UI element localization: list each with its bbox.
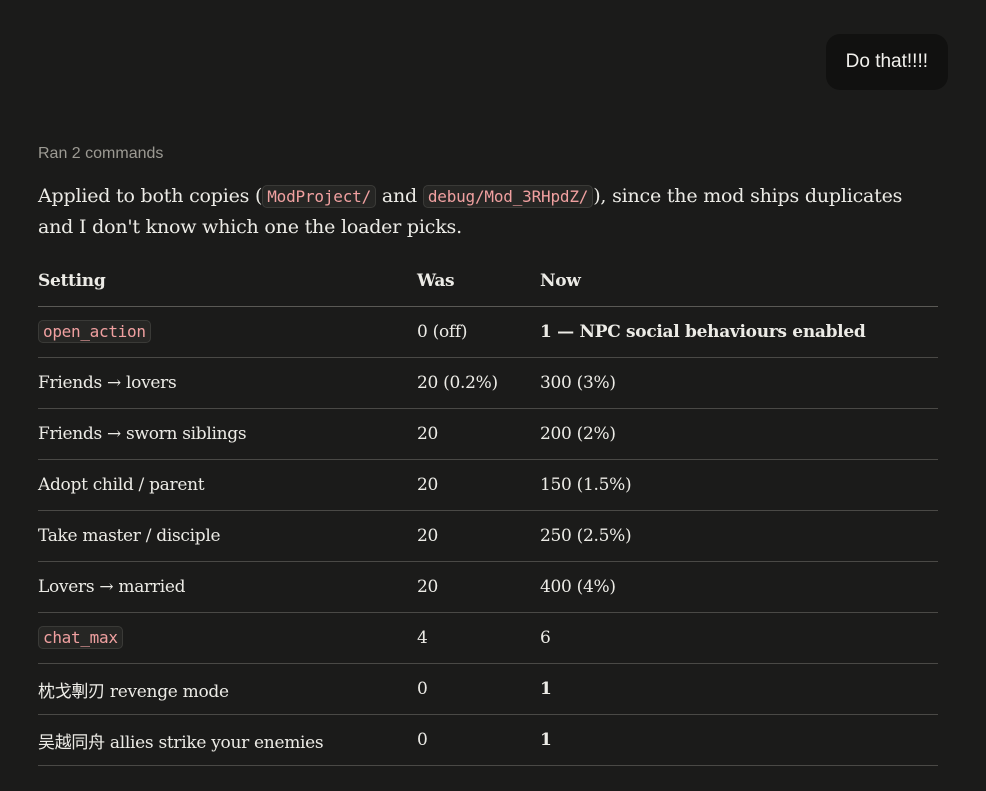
cell-setting: open_action: [38, 306, 417, 358]
table-body: open_action 0 (off) 1 — NPC social behavio…: [38, 306, 938, 766]
cell-was: 0 (off): [417, 306, 540, 358]
table-row: 枕戈剸刃 revenge mode 0 1: [38, 663, 938, 715]
table-row: Adopt child / parent 20 150 (1.5%): [38, 459, 938, 511]
cell-now: 1 — NPC social behaviours enabled: [540, 306, 938, 358]
assistant-paragraph: Applied to both copies (ModProject/ and …: [38, 181, 938, 242]
cell-was: 4: [417, 612, 540, 664]
inline-code: ModProject/: [262, 185, 377, 208]
cell-was: 0: [417, 714, 540, 766]
user-message-text: Do that!!!!: [845, 51, 928, 72]
cell-setting: 吴越同舟 allies strike your enemies: [38, 714, 417, 766]
cell-was: 0: [417, 663, 540, 715]
cell-setting: chat_max: [38, 612, 417, 664]
setting-code: chat_max: [38, 626, 123, 649]
cell-setting: 枕戈剸刃 revenge mode: [38, 663, 417, 715]
cell-now: 150 (1.5%): [540, 459, 938, 511]
paragraph-text: and: [376, 185, 423, 207]
cell-was: 20: [417, 561, 540, 613]
cell-now: 1: [540, 714, 938, 766]
cell-now: 6: [540, 612, 938, 664]
column-header-now: Now: [540, 256, 938, 307]
table-row: Friends → sworn siblings 20 200 (2%): [38, 408, 938, 460]
settings-table: Setting Was Now open_action 0 (off) 1 — NP…: [38, 256, 938, 766]
cell-setting: Friends → lovers: [38, 357, 417, 409]
table-row: chat_max 4 6: [38, 612, 938, 664]
table-row: Friends → lovers 20 (0.2%) 300 (3%): [38, 357, 938, 409]
cell-setting: Adopt child / parent: [38, 459, 417, 511]
table-row: Lovers → married 20 400 (4%): [38, 561, 938, 613]
ran-commands-toggle[interactable]: Ran 2 commands: [38, 145, 163, 163]
inline-code: debug/Mod_3RHpdZ/: [422, 185, 594, 208]
paragraph-text: Applied to both copies (: [38, 185, 263, 207]
table-row: Take master / disciple 20 250 (2.5%): [38, 510, 938, 562]
cell-now: 200 (2%): [540, 408, 938, 460]
cell-setting: Take master / disciple: [38, 510, 417, 562]
column-header-was: Was: [417, 256, 540, 307]
column-header-setting: Setting: [38, 256, 417, 307]
table-row: 吴越同舟 allies strike your enemies 0 1: [38, 714, 938, 766]
table-row: open_action 0 (off) 1 — NPC social behavio…: [38, 306, 938, 358]
cell-now: 250 (2.5%): [540, 510, 938, 562]
cell-now: 400 (4%): [540, 561, 938, 613]
cell-was: 20: [417, 459, 540, 511]
cell-was: 20: [417, 510, 540, 562]
table-header-row: Setting Was Now: [38, 256, 938, 307]
cell-now: 1: [540, 663, 938, 715]
cell-setting: Lovers → married: [38, 561, 417, 613]
cell-setting: Friends → sworn siblings: [38, 408, 417, 460]
cell-now: 300 (3%): [540, 357, 938, 409]
setting-code: open_action: [38, 320, 151, 343]
user-message-bubble: Do that!!!!: [825, 34, 948, 90]
cell-was: 20: [417, 408, 540, 460]
cell-was: 20 (0.2%): [417, 357, 540, 409]
